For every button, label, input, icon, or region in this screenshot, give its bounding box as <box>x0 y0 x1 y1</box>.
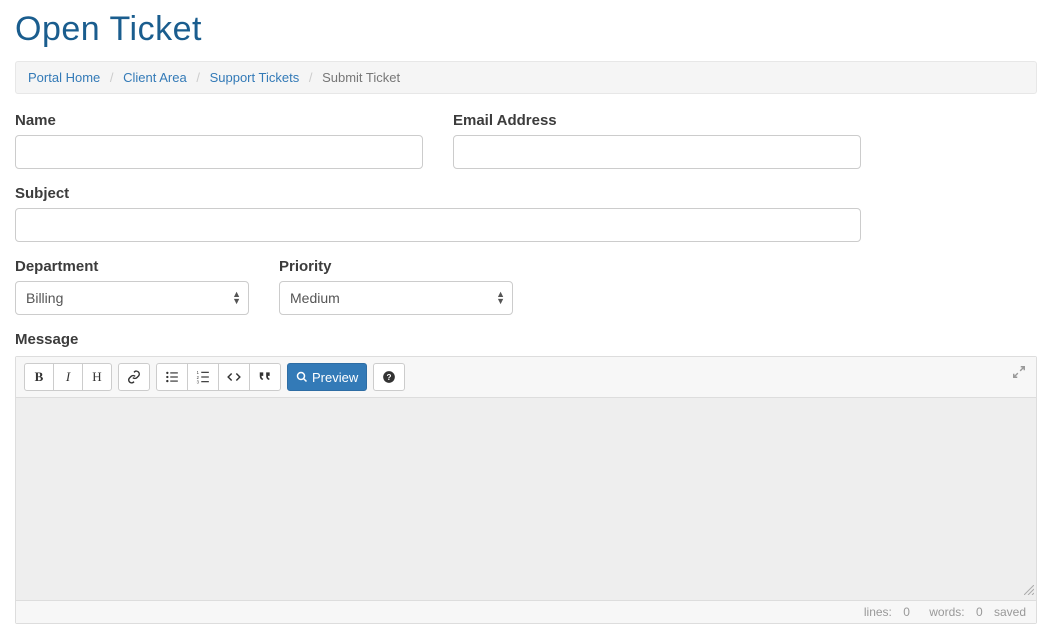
message-editor: B I H 123 <box>15 356 1037 624</box>
status-lines: lines: 0 <box>856 605 910 619</box>
svg-text:?: ? <box>387 373 392 382</box>
svg-text:3: 3 <box>197 379 200 384</box>
subject-input[interactable] <box>15 208 861 242</box>
help-icon: ? <box>382 370 396 384</box>
preview-button-label: Preview <box>312 370 358 385</box>
list-ol-icon: 123 <box>196 370 210 384</box>
fullscreen-button[interactable] <box>1012 365 1026 382</box>
status-saved: saved <box>994 605 1026 619</box>
breadcrumb-separator: / <box>104 70 120 85</box>
department-select[interactable]: Billing <box>15 281 249 315</box>
status-words: words: 0 <box>921 605 982 619</box>
priority-label: Priority <box>279 258 513 275</box>
help-button[interactable]: ? <box>373 363 405 391</box>
department-label: Department <box>15 258 249 275</box>
message-textarea[interactable] <box>16 398 1036 600</box>
message-label: Message <box>15 331 1037 348</box>
breadcrumb: Portal Home / Client Area / Support Tick… <box>15 61 1037 94</box>
ordered-list-button[interactable]: 123 <box>187 363 219 391</box>
list-ul-icon <box>165 370 179 384</box>
page-title: Open Ticket <box>15 10 1037 49</box>
breadcrumb-client-area[interactable]: Client Area <box>123 70 187 85</box>
code-button[interactable] <box>218 363 250 391</box>
breadcrumb-support-tickets[interactable]: Support Tickets <box>210 70 300 85</box>
email-label: Email Address <box>453 112 861 129</box>
priority-select[interactable]: Medium <box>279 281 513 315</box>
link-button[interactable] <box>118 363 150 391</box>
breadcrumb-separator: / <box>190 70 206 85</box>
resize-handle-icon <box>1024 585 1034 598</box>
heading-button[interactable]: H <box>82 363 112 391</box>
breadcrumb-submit-ticket: Submit Ticket <box>322 70 400 85</box>
quote-button[interactable] <box>249 363 281 391</box>
email-input[interactable] <box>453 135 861 169</box>
link-icon <box>127 370 141 384</box>
subject-label: Subject <box>15 185 861 202</box>
editor-toolbar: B I H 123 <box>16 357 1036 398</box>
unordered-list-button[interactable] <box>156 363 188 391</box>
breadcrumb-portal-home[interactable]: Portal Home <box>28 70 100 85</box>
code-icon <box>227 370 241 384</box>
quote-icon <box>258 370 272 384</box>
name-label: Name <box>15 112 423 129</box>
name-input[interactable] <box>15 135 423 169</box>
search-icon <box>296 371 308 383</box>
breadcrumb-separator: / <box>303 70 319 85</box>
bold-button[interactable]: B <box>24 363 54 391</box>
italic-button[interactable]: I <box>53 363 83 391</box>
preview-button[interactable]: Preview <box>287 363 367 391</box>
